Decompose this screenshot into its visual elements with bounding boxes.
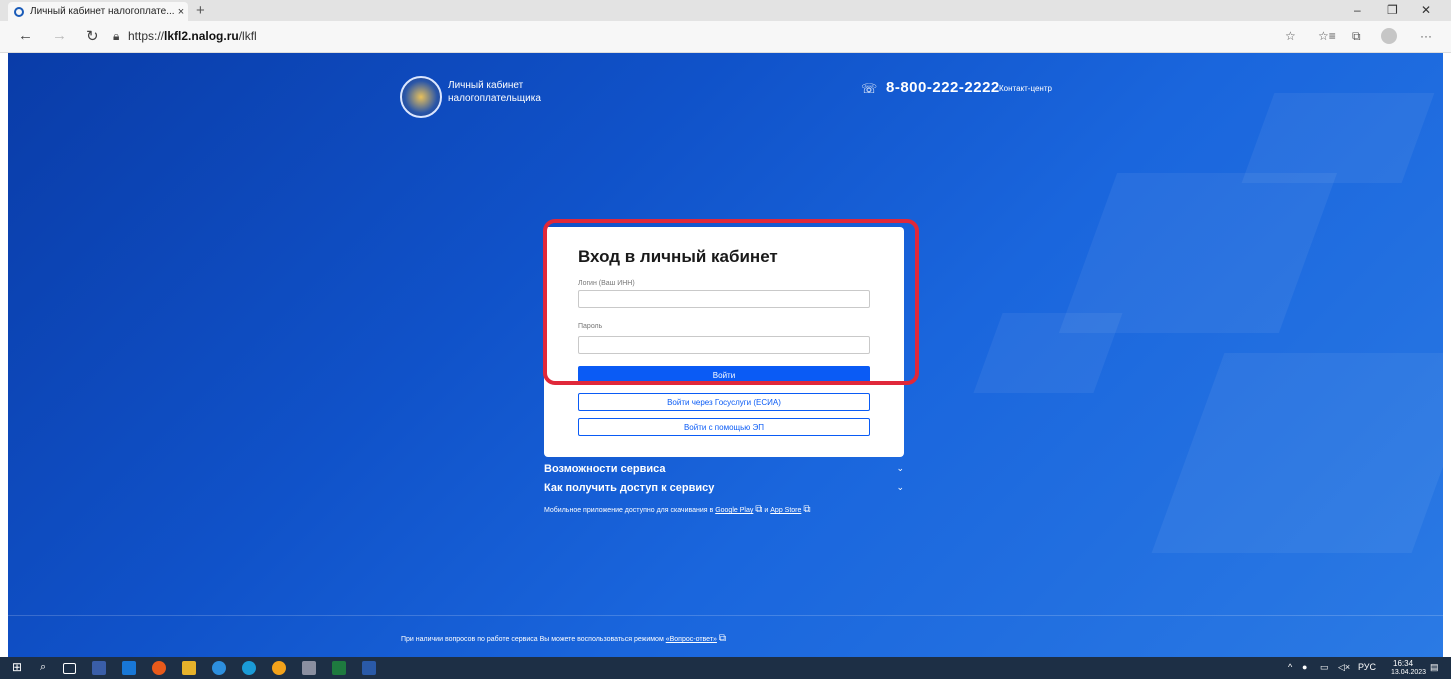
new-tab-button[interactable]: + <box>196 2 205 19</box>
accordion-label: Как получить доступ к сервису <box>544 482 715 494</box>
browser-tab-bar: Личный кабинет налогоплате... × + – ❐ ✕ <box>0 0 1451 21</box>
chevron-down-icon: ⌄ <box>896 482 904 492</box>
windows-taskbar: ⊞ ⌕ ^ ● ▭ ◁× РУС 16:34 13.04.2023 ▤ <box>0 657 1451 679</box>
footer-divider <box>8 615 1443 616</box>
address-bar: ← → ↻ 🔒︎ https://lkfl2.nalog.ru/lkfl ☆ ☆… <box>0 21 1451 53</box>
annotation-highlight-frame <box>543 219 919 385</box>
external-link-icon: ⧉ <box>718 633 727 644</box>
brand-line-2: налогоплательщика <box>448 93 541 104</box>
url-host: lkfl2.nalog.ru <box>164 29 239 43</box>
clock-date[interactable]: 13.04.2023 <box>1391 669 1426 676</box>
phone-icon: ☏ <box>861 81 878 96</box>
external-link-icon: ⧉ <box>755 504 763 515</box>
lock-icon: 🔒︎ <box>113 29 120 43</box>
gosuslugi-login-button[interactable]: Войти через Госуслуги (ЕСИА) <box>578 393 870 411</box>
external-link-icon: ⧉ <box>803 504 811 515</box>
chevron-down-icon: ⌄ <box>896 463 904 473</box>
fns-emblem-logo <box>400 76 442 118</box>
url-field[interactable]: https://lkfl2.nalog.ru/lkfl <box>128 29 257 43</box>
app-store-link[interactable]: App Store <box>770 507 801 514</box>
site-favicon-icon <box>14 6 24 17</box>
url-prefix: https:// <box>128 29 165 43</box>
word-icon[interactable] <box>362 661 376 675</box>
mobile-app-note: Мобильное приложение доступно для скачив… <box>544 504 811 515</box>
task-view-icon[interactable] <box>63 663 76 674</box>
volume-icon[interactable]: ◁× <box>1338 662 1350 673</box>
favorite-star-icon[interactable]: ☆ <box>1285 29 1296 43</box>
collections-icon[interactable]: ⧉ <box>1352 29 1361 44</box>
faq-link[interactable]: «Вопрос-ответ» <box>666 636 717 643</box>
accordion-features[interactable]: Возможности сервиса ⌄ <box>544 463 904 475</box>
outlook-icon[interactable] <box>122 661 136 675</box>
url-path: /lkfl <box>238 29 257 43</box>
tray-chevron-icon[interactable]: ^ <box>1288 662 1292 672</box>
internet-explorer-icon[interactable] <box>212 661 226 675</box>
restore-button[interactable]: ❐ <box>1387 3 1398 17</box>
app-icon[interactable] <box>302 661 316 675</box>
ep-login-button[interactable]: Войти с помощью ЭП <box>578 418 870 436</box>
contact-center-label: Контакт-центр <box>999 84 1052 93</box>
refresh-icon[interactable]: ↻ <box>86 27 99 45</box>
favorites-list-icon[interactable]: ☆≡ <box>1318 29 1336 43</box>
mobile-text: Мобильное приложение доступно для скачив… <box>544 507 714 514</box>
back-arrow-icon[interactable]: ← <box>18 27 33 44</box>
excel-icon[interactable] <box>332 661 346 675</box>
clock-time[interactable]: 16:34 <box>1393 659 1413 668</box>
close-window-button[interactable]: ✕ <box>1421 3 1431 17</box>
decor-shape <box>1151 353 1443 553</box>
browser-tab[interactable]: Личный кабинет налогоплате... × <box>8 2 188 21</box>
app-icon[interactable] <box>272 661 286 675</box>
mobile-and: и <box>764 507 769 514</box>
decor-shape <box>1058 173 1338 333</box>
more-menu-icon[interactable]: ··· <box>1420 29 1432 43</box>
app-icon[interactable] <box>92 661 106 675</box>
tray-app-icon[interactable]: ● <box>1302 662 1307 672</box>
language-indicator[interactable]: РУС <box>1358 662 1376 672</box>
chrome-icon[interactable] <box>152 661 166 675</box>
profile-avatar[interactable] <box>1381 28 1397 44</box>
edge-icon[interactable] <box>242 661 256 675</box>
tab-title: Личный кабинет налогоплате... <box>30 6 174 17</box>
start-windows-icon[interactable]: ⊞ <box>12 660 26 674</box>
tab-close-icon[interactable]: × <box>174 6 188 18</box>
notifications-icon[interactable]: ▤ <box>1430 662 1439 673</box>
minimize-button[interactable]: – <box>1354 3 1361 17</box>
forward-arrow-icon[interactable]: → <box>52 27 67 44</box>
accordion-access[interactable]: Как получить доступ к сервису ⌄ <box>544 482 904 494</box>
phone-number[interactable]: 8-800-222-2222 <box>886 79 1000 96</box>
search-icon[interactable]: ⌕ <box>40 661 54 675</box>
page-background: Личный кабинет налогоплательщика ☏ 8-800… <box>8 53 1443 657</box>
decor-shape <box>1241 93 1435 183</box>
accordion-label: Возможности сервиса <box>544 463 666 475</box>
file-explorer-icon[interactable] <box>182 661 196 675</box>
decor-shape <box>973 313 1123 393</box>
brand-line-1: Личный кабинет <box>448 80 524 91</box>
network-icon[interactable]: ▭ <box>1320 662 1329 673</box>
google-play-link[interactable]: Google Play <box>715 507 753 514</box>
footer-text: При наличии вопросов по работе сервиса В… <box>401 636 664 643</box>
footer-note: При наличии вопросов по работе сервиса В… <box>401 633 726 644</box>
